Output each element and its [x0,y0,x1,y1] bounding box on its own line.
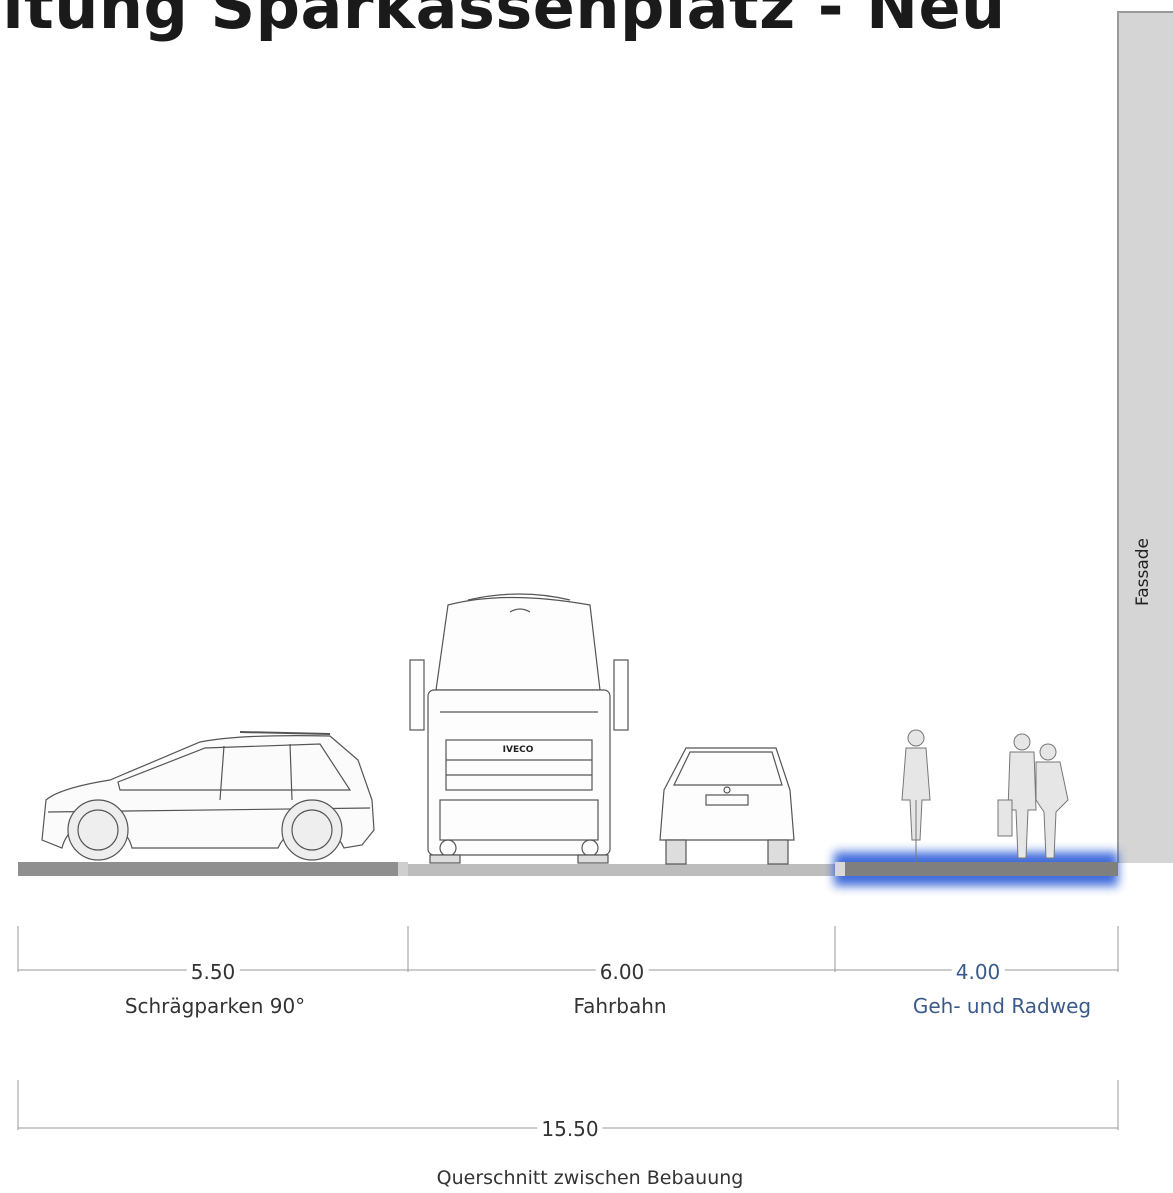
roadway-surface [408,864,835,876]
suv-side-view [41,731,375,861]
cross-section-caption: Querschnitt zwischen Bebauung [436,1167,744,1189]
suv-rear-view [659,747,795,865]
curb-right [835,862,845,876]
pedestrians-figure [997,733,1069,859]
sidewalk-surface [845,862,1118,876]
roadway-label: Fahrbahn [573,994,667,1018]
total-width-value: 15.50 [537,1117,603,1141]
parking-label: Schrägparken 90° [124,994,306,1018]
roadway-width-value: 6.00 [595,960,649,984]
sidewalk-width-value: 4.00 [951,960,1005,984]
truck-badge: IVECO [502,745,534,755]
cyclist-figure [901,729,931,862]
sidewalk-label: Geh- und Radweg [912,994,1092,1018]
curb-left [398,862,408,876]
parking-width-value: 5.50 [186,960,240,984]
parking-surface [18,862,398,876]
truck-front-view [409,593,629,864]
